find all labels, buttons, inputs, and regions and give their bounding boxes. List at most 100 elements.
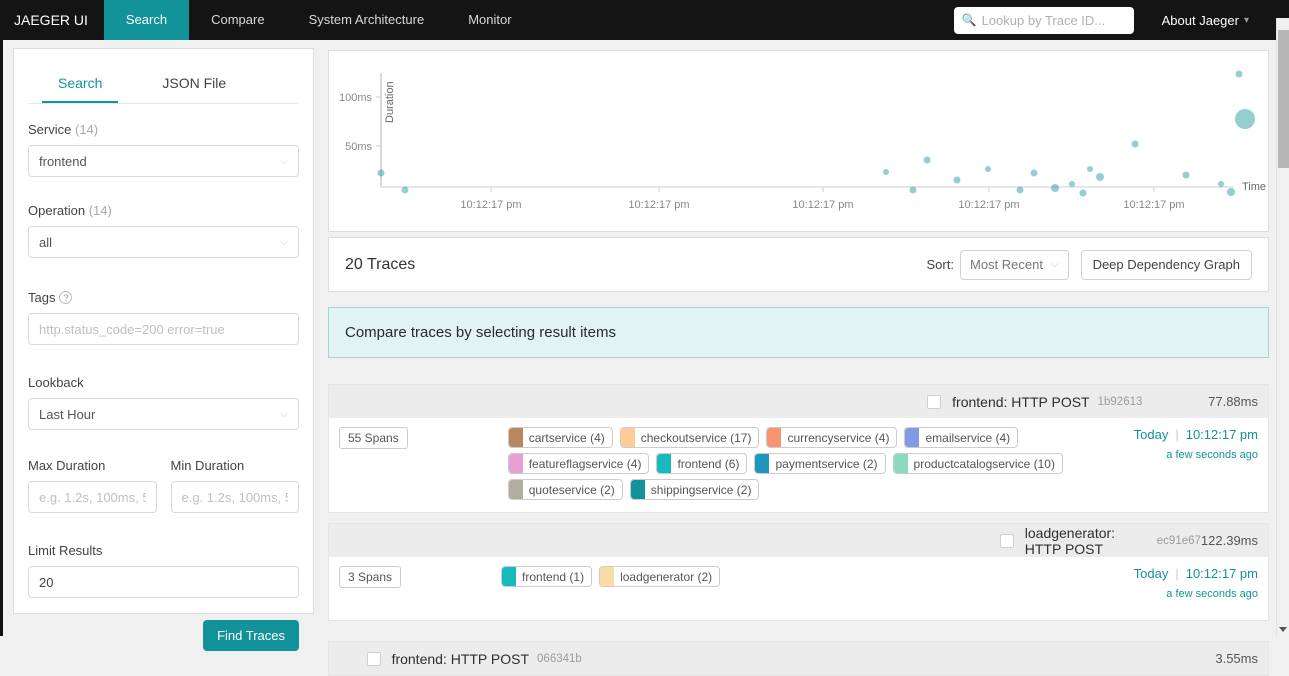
trace-scatter-point[interactable] (1087, 166, 1093, 172)
max-duration-label: Max Duration (28, 458, 106, 473)
service-label: Service (14) (28, 122, 99, 137)
sidebar-tabs: Search JSON File (28, 63, 299, 104)
search-sidebar: Search JSON File Service (14) frontend ⌵ … (13, 48, 314, 651)
sort-select[interactable]: Most Recent ⌵ (959, 249, 1069, 280)
trace-header-link[interactable]: frontend: HTTP POST 066341b 3.55ms (329, 642, 1268, 675)
deep-dependency-graph-button[interactable]: Deep Dependency Graph (1080, 249, 1252, 280)
scrollbar-thumb[interactable] (1278, 30, 1289, 168)
lookback-label: Lookback (28, 375, 84, 390)
trace-date-link[interactable]: Today (1134, 427, 1169, 442)
trace-scatter-point[interactable] (1030, 169, 1038, 177)
trace-timestamp: Today | 10:12:17 pm a few seconds ago (1133, 427, 1258, 461)
trace-scatter-point[interactable] (377, 169, 385, 177)
trace-scatter-point[interactable] (985, 166, 991, 172)
span-count-badge: 3 Spans (339, 566, 402, 588)
trace-scatter-point[interactable] (1069, 181, 1075, 187)
span-count-badge: 55 Spans (339, 427, 408, 449)
trace-card: loadgenerator: HTTP POST ec91e67 122.39m… (328, 523, 1269, 621)
service-badges: cartservice (4) checkoutservice (17) curre… (507, 427, 1083, 500)
trace-scatter-point[interactable] (401, 186, 409, 194)
trace-scatter-point[interactable] (883, 169, 889, 175)
trace-scatter-point[interactable] (1131, 140, 1139, 148)
search-icon: 🔍 (961, 13, 977, 27)
trace-id: 1b92613 (1097, 395, 1143, 408)
trace-scatter-point[interactable] (923, 156, 931, 164)
service-badge[interactable]: checkoutservice (17) (619, 427, 760, 448)
operation-select[interactable]: all ⌵ (28, 226, 299, 258)
tab-json-file[interactable]: JSON File (146, 63, 242, 103)
tab-search[interactable]: Search (42, 63, 119, 103)
chevron-down-icon: ⌵ (280, 408, 288, 420)
trace-select-checkbox[interactable] (999, 533, 1014, 548)
trace-scatter-point[interactable] (1096, 173, 1104, 181)
trace-date-link[interactable]: Today (1134, 566, 1169, 581)
service-badge[interactable]: featureflagservice (4) (507, 453, 650, 474)
trace-scatter-point[interactable] (1235, 70, 1243, 78)
nav-tab-search[interactable]: Search (103, 0, 190, 40)
min-duration-input[interactable] (170, 481, 299, 513)
service-color-swatch (600, 567, 615, 586)
window-edge (0, 40, 3, 636)
duration-scatter-chart[interactable]: 100ms 50ms 10:12:17 pm 10:12:17 pm 10:12:17 … (329, 51, 1268, 231)
limit-results-input[interactable] (28, 566, 299, 598)
chevron-down-icon: ▾ (1243, 14, 1249, 26)
app-brand: JAEGER UI (14, 12, 88, 28)
help-icon[interactable]: ? (59, 291, 73, 304)
nav-tab-monitor[interactable]: Monitor (446, 0, 533, 40)
top-navbar: JAEGER UI Search Compare System Architec… (0, 0, 1289, 40)
page-scrollbar[interactable] (1276, 18, 1289, 636)
trace-time-link[interactable]: 10:12:17 pm (1186, 427, 1258, 442)
service-color-swatch (502, 567, 517, 586)
trace-scatter-point[interactable] (1016, 186, 1024, 194)
service-color-swatch (508, 454, 523, 473)
about-jaeger-menu[interactable]: About Jaeger (1162, 13, 1239, 28)
trace-lookup-input[interactable] (981, 12, 1122, 28)
service-badge[interactable]: shippingservice (2) (629, 479, 760, 500)
nav-tab-system-architecture[interactable]: System Architecture (287, 0, 447, 40)
trace-select-checkbox[interactable] (366, 651, 381, 666)
trace-title: frontend: HTTP POST (952, 393, 1090, 410)
chevron-down-icon: ⌵ (280, 155, 288, 167)
service-badge[interactable]: frontend (6) (656, 453, 748, 474)
trace-scatter-point[interactable] (953, 176, 961, 184)
trace-scatter-point[interactable] (1227, 188, 1235, 196)
trace-time-link[interactable]: 10:12:17 pm (1186, 566, 1258, 581)
trace-header-link[interactable]: loadgenerator: HTTP POST ec91e67 122.39m… (329, 524, 1268, 557)
max-duration-input[interactable] (28, 481, 157, 513)
service-badge[interactable]: productcatalogservice (10) (892, 453, 1063, 474)
tags-input[interactable] (28, 313, 299, 345)
trace-scatter-point[interactable] (1218, 181, 1224, 187)
service-color-swatch (905, 428, 920, 447)
trace-scatter-point[interactable] (1079, 189, 1087, 197)
trace-header-link[interactable]: frontend: HTTP POST 1b92613 77.88ms (329, 385, 1268, 418)
trace-count: 20 Traces (345, 255, 416, 273)
lookback-select[interactable]: Last Hour ⌵ (28, 398, 299, 430)
service-badge[interactable]: frontend (1) (501, 566, 593, 587)
trace-scatter-point[interactable] (909, 186, 917, 194)
nav-tab-compare[interactable]: Compare (189, 0, 286, 40)
service-badge[interactable]: paymentservice (2) (754, 453, 886, 474)
trace-scatter-point[interactable] (1182, 171, 1190, 179)
service-color-swatch (755, 454, 770, 473)
sort-label: Sort: (926, 257, 954, 272)
service-color-swatch (508, 480, 523, 499)
trace-scatter-point[interactable] (1051, 184, 1059, 192)
operation-label: Operation (14) (28, 203, 112, 218)
service-badge[interactable]: emailservice (4) (904, 427, 1019, 448)
service-select[interactable]: frontend ⌵ (28, 145, 299, 177)
service-badge[interactable]: quoteservice (2) (507, 479, 623, 500)
service-color-swatch (657, 454, 672, 473)
trace-card: frontend: HTTP POST 066341b 3.55ms (328, 641, 1269, 676)
svg-text:Time: Time (1242, 181, 1266, 193)
svg-text:10:12:17 pm: 10:12:17 pm (792, 199, 853, 211)
scrollbar-down-arrow[interactable] (1279, 627, 1287, 632)
trace-select-checkbox[interactable] (927, 394, 942, 409)
chevron-down-icon: ⌵ (1050, 259, 1059, 270)
service-badge[interactable]: currencyservice (4) (766, 427, 898, 448)
service-badge[interactable]: loadgenerator (2) (599, 566, 721, 587)
chevron-down-icon: ⌵ (280, 236, 288, 248)
svg-text:10:12:17 pm: 10:12:17 pm (1123, 199, 1184, 211)
trace-scatter-point[interactable] (1235, 109, 1255, 129)
trace-lookup-box[interactable]: 🔍 (953, 6, 1134, 34)
service-badge[interactable]: cartservice (4) (507, 427, 613, 448)
